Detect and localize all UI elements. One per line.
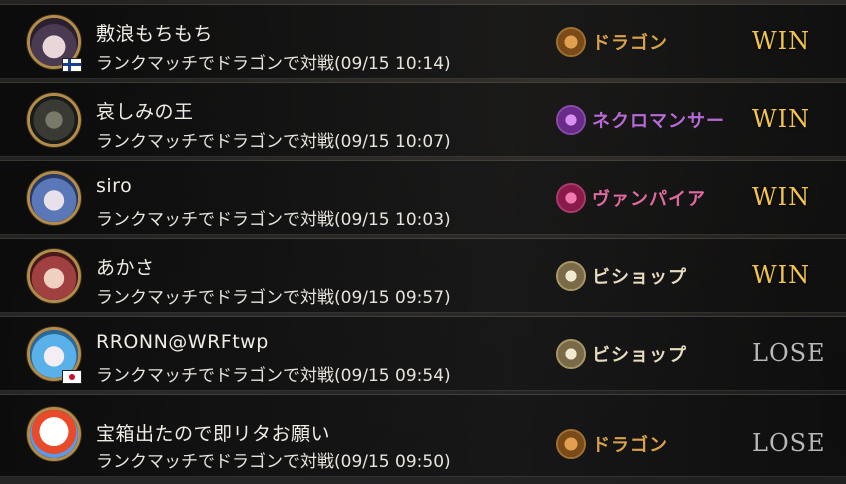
player-avatar bbox=[27, 171, 81, 225]
dragon-icon bbox=[556, 27, 586, 57]
player-avatar bbox=[27, 93, 81, 147]
bishop-icon bbox=[556, 261, 586, 291]
match-result: WIN bbox=[752, 261, 811, 289]
opponent-class-name: ビショップ bbox=[592, 345, 687, 366]
japan-flag-icon bbox=[62, 370, 82, 384]
match-detail: ランクマッチでドラゴンで対戦(09/15 10:07) bbox=[96, 132, 451, 152]
opponent-class-name: ネクロマンサー bbox=[592, 111, 725, 132]
player-name: 敷浪もちもち bbox=[96, 23, 214, 45]
opponent-class-name: ビショップ bbox=[592, 267, 687, 288]
match-result: WIN bbox=[752, 27, 811, 55]
match-result: WIN bbox=[752, 105, 811, 133]
player-name: あかさ bbox=[96, 257, 155, 279]
player-name: siro bbox=[96, 175, 133, 197]
dragon-icon bbox=[556, 429, 586, 459]
match-row[interactable]: RRONN@WRFtwp ランクマッチでドラゴンで対戦(09/15 09:54)… bbox=[0, 316, 846, 391]
player-avatar bbox=[27, 407, 81, 461]
bishop-icon bbox=[556, 339, 586, 369]
match-detail: ランクマッチでドラゴンで対戦(09/15 10:03) bbox=[96, 210, 451, 230]
player-name: 宝箱出たので即リタお願い bbox=[96, 423, 331, 445]
player-name: 哀しみの王 bbox=[96, 101, 194, 123]
match-row[interactable]: siro ランクマッチでドラゴンで対戦(09/15 10:03) ヴァンパイア … bbox=[0, 160, 846, 235]
necromancer-icon bbox=[556, 105, 586, 135]
player-avatar bbox=[27, 249, 81, 303]
match-detail: ランクマッチでドラゴンで対戦(09/15 10:14) bbox=[96, 54, 451, 74]
opponent-class-name: ドラゴン bbox=[592, 435, 668, 456]
match-row[interactable]: あかさ ランクマッチでドラゴンで対戦(09/15 09:57) ビショップ WI… bbox=[0, 238, 846, 313]
match-row[interactable]: 哀しみの王 ランクマッチでドラゴンで対戦(09/15 10:07) ネクロマンサ… bbox=[0, 82, 846, 157]
match-detail: ランクマッチでドラゴンで対戦(09/15 09:57) bbox=[96, 288, 451, 308]
match-row[interactable]: 宝箱出たので即リタお願い ランクマッチでドラゴンで対戦(09/15 09:50)… bbox=[0, 394, 846, 477]
vampire-icon bbox=[556, 183, 586, 213]
match-result: LOSE bbox=[752, 429, 826, 457]
opponent-class-name: ヴァンパイア bbox=[592, 189, 706, 210]
finland-flag-icon bbox=[62, 58, 82, 72]
match-result: LOSE bbox=[752, 339, 826, 367]
match-history-list: 敷浪もちもち ランクマッチでドラゴンで対戦(09/15 10:14) ドラゴン … bbox=[0, 0, 846, 484]
match-result: WIN bbox=[752, 183, 811, 211]
opponent-class-name: ドラゴン bbox=[592, 33, 668, 54]
match-detail: ランクマッチでドラゴンで対戦(09/15 09:54) bbox=[96, 366, 451, 386]
match-detail: ランクマッチでドラゴンで対戦(09/15 09:50) bbox=[96, 452, 451, 472]
player-name: RRONN@WRFtwp bbox=[96, 331, 269, 353]
match-row[interactable]: 敷浪もちもち ランクマッチでドラゴンで対戦(09/15 10:14) ドラゴン … bbox=[0, 4, 846, 79]
